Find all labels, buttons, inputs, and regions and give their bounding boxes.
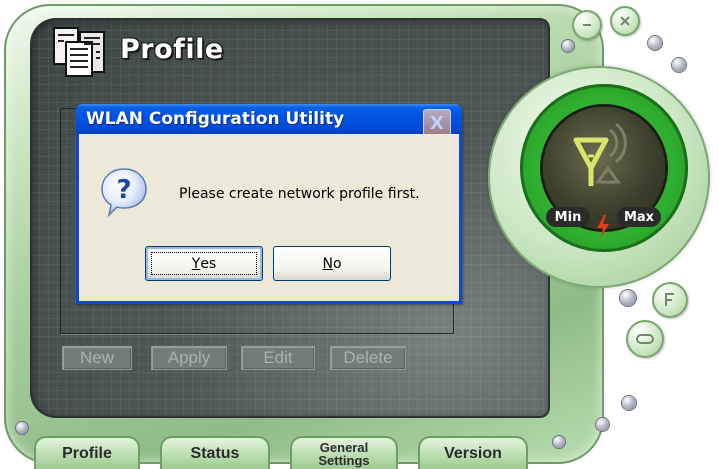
minimize-icon xyxy=(583,24,591,26)
antenna-signal-icon xyxy=(573,122,627,186)
no-label-rest: o xyxy=(332,255,342,272)
delete-button[interactable]: Delete xyxy=(330,346,406,370)
decorative-dot xyxy=(596,418,609,431)
profile-list-icon xyxy=(53,27,105,77)
compact-mode-icon xyxy=(665,293,674,306)
close-icon xyxy=(620,16,630,26)
decorative-dot xyxy=(16,422,28,434)
tab-general-settings-line1: General xyxy=(319,439,369,455)
edit-button[interactable]: Edit xyxy=(241,346,315,370)
apply-button[interactable]: Apply xyxy=(151,346,227,370)
dialog-message: Please create network profile first. xyxy=(179,186,420,202)
dialog-titlebar[interactable]: WLAN Configuration Utility X xyxy=(76,104,462,137)
meter-min-label: Min xyxy=(546,207,590,227)
decorative-dot xyxy=(562,40,574,52)
dialog-body: ? Please create network profile first. Y… xyxy=(79,134,459,301)
no-button[interactable]: No xyxy=(273,246,391,281)
minimize-button[interactable] xyxy=(572,10,602,40)
lightning-icon xyxy=(597,215,609,239)
message-dialog: WLAN Configuration Utility X ? Please cr… xyxy=(76,104,462,304)
decorative-dot xyxy=(622,396,636,410)
decorative-dot xyxy=(648,36,662,50)
dialog-title: WLAN Configuration Utility xyxy=(86,109,345,129)
link-icon xyxy=(636,334,654,344)
new-button[interactable]: New xyxy=(62,346,132,370)
decorative-dot xyxy=(553,436,565,448)
tab-status[interactable]: Status xyxy=(160,436,270,469)
link-button[interactable] xyxy=(626,320,664,358)
no-mnemonic: N xyxy=(322,255,333,272)
meter-max-label: Max xyxy=(617,207,661,227)
tab-general-settings-line2: Settings xyxy=(318,452,370,468)
svg-text:?: ? xyxy=(116,175,131,205)
close-icon: X xyxy=(430,112,444,134)
focus-ring xyxy=(151,252,257,275)
tab-version[interactable]: Version xyxy=(418,436,528,469)
decorative-dot xyxy=(620,290,636,306)
tab-profile[interactable]: Profile xyxy=(34,436,140,469)
close-app-button[interactable] xyxy=(610,6,640,36)
page-title: Profile xyxy=(120,34,224,65)
tab-general-settings[interactable]: General Settings xyxy=(290,436,398,469)
compact-mode-button[interactable] xyxy=(652,282,688,318)
question-icon: ? xyxy=(101,168,147,218)
dialog-close-button[interactable]: X xyxy=(423,109,451,137)
yes-button[interactable]: Yes xyxy=(145,246,263,281)
decorative-dot xyxy=(672,58,686,72)
